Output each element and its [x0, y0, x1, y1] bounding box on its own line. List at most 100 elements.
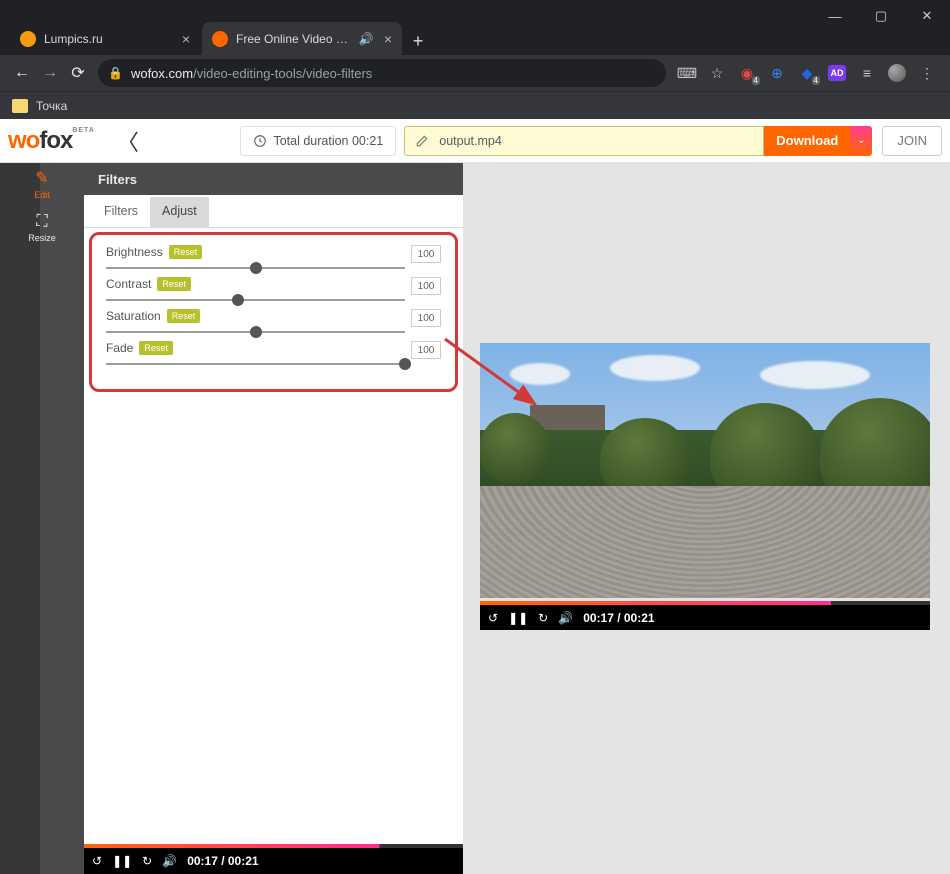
slider-thumb[interactable] [250, 262, 262, 274]
time-display: 00:17 / 00:21 [583, 611, 654, 625]
profile-avatar[interactable] [888, 64, 906, 82]
slider-brightness: Brightness Reset 100 [106, 245, 441, 269]
bookmarks-bar: Точка [0, 91, 950, 119]
filename-text: output.mp4 [439, 134, 502, 148]
rewind-icon[interactable]: ↺ [488, 611, 498, 625]
nav-forward-button[interactable]: → [36, 59, 64, 87]
browser-tab-lumpics[interactable]: Lumpics.ru × [10, 22, 200, 55]
close-tab-icon[interactable]: × [182, 31, 190, 47]
slider-value[interactable]: 100 [411, 245, 441, 263]
panel-player-bar: ↺ ❚❚ ↻ 🔊 00:17 / 00:21 [84, 848, 463, 874]
slider-value[interactable]: 100 [411, 277, 441, 295]
nav-reload-button[interactable]: ⟳ [64, 59, 92, 87]
bookmark-item[interactable]: Точка [36, 99, 67, 113]
time-display: 00:17 / 00:21 [187, 854, 258, 868]
slider-track[interactable] [106, 299, 405, 301]
rail-resize-button[interactable]: ⛶ Resize [0, 207, 84, 249]
browser-tab-wofox[interactable]: Free Online Video Filters | W… 🔊 × [202, 22, 402, 55]
extension-icon[interactable]: AD [828, 65, 846, 81]
url-host: wofox.com [131, 66, 193, 81]
join-button[interactable]: JOIN [882, 126, 942, 156]
clock-icon [253, 134, 267, 148]
rail-label: Resize [28, 233, 56, 243]
preview-stage: ↺ ❚❚ ↻ 🔊 00:17 / 00:21 [463, 163, 950, 874]
favicon [212, 31, 228, 47]
video-preview[interactable] [480, 343, 930, 598]
extension-icon[interactable]: ◆ [798, 64, 816, 82]
download-button[interactable]: Download [764, 126, 850, 156]
bookmark-folder-icon [12, 99, 28, 113]
panel-title: Filters [84, 163, 463, 195]
video-controls: ↺ ❚❚ ↻ 🔊 00:17 / 00:21 [480, 605, 930, 630]
window-controls: ― ▢ ✕ [812, 0, 950, 32]
pause-icon[interactable]: ❚❚ [112, 854, 132, 868]
adjust-sliders-group: Brightness Reset 100 Contrast Reset 100 Satura… [89, 232, 458, 392]
reading-list-icon[interactable]: ≡ [858, 64, 876, 82]
reset-button[interactable]: Reset [169, 245, 203, 259]
forward-icon[interactable]: ↻ [142, 854, 152, 868]
reset-button[interactable]: Reset [139, 341, 173, 355]
slider-thumb[interactable] [250, 326, 262, 338]
audio-icon[interactable]: 🔊 [359, 32, 374, 46]
duration-chip: Total duration 00:21 [240, 126, 396, 156]
resize-icon: ⛶ [36, 213, 47, 231]
slider-value[interactable]: 100 [411, 309, 441, 327]
logo-part: wo [8, 127, 39, 154]
slider-track[interactable] [106, 267, 405, 269]
star-icon[interactable]: ☆ [708, 64, 726, 82]
volume-icon[interactable]: 🔊 [162, 854, 177, 868]
chrome-menu-icon[interactable]: ⋮ [918, 64, 936, 82]
app-root: wofoxBETA 〈 Total duration 00:21 output.… [0, 119, 950, 874]
pause-icon[interactable]: ❚❚ [508, 611, 528, 625]
tab-strip: Lumpics.ru × Free Online Video Filters |… [10, 20, 432, 55]
minimize-button[interactable]: ― [812, 0, 858, 32]
progress-bar[interactable] [480, 601, 930, 605]
slider-thumb[interactable] [232, 294, 244, 306]
lock-icon: 🔒 [108, 66, 123, 80]
logo-beta: BETA [72, 127, 95, 134]
slider-thumb[interactable] [399, 358, 411, 370]
reset-button[interactable]: Reset [167, 309, 201, 323]
forward-icon[interactable]: ↻ [538, 611, 548, 625]
address-bar: ← → ⟳ 🔒 wofox.com/video-editing-tools/vi… [0, 55, 950, 91]
extension-icon[interactable]: ⊕ [768, 64, 786, 82]
slider-track[interactable] [106, 331, 405, 333]
slider-contrast: Contrast Reset 100 [106, 277, 441, 301]
rail-edit-button[interactable]: ✎ Edit [0, 163, 84, 205]
slider-label: Fade [106, 341, 133, 355]
translate-icon[interactable]: ⌨ [678, 64, 696, 82]
slider-label: Brightness [106, 245, 163, 259]
window-titlebar: Lumpics.ru × Free Online Video Filters |… [0, 0, 950, 55]
maximize-button[interactable]: ▢ [858, 0, 904, 32]
extensions-area: ⌨ ☆ ◉ ⊕ ◆ AD ≡ ⋮ [672, 64, 942, 82]
edit-icon: ✎ [35, 168, 48, 188]
filename-input[interactable]: output.mp4 [404, 126, 764, 156]
download-menu-button[interactable]: ⌄ [850, 126, 872, 156]
url-input[interactable]: 🔒 wofox.com/video-editing-tools/video-fi… [98, 59, 666, 87]
slider-track[interactable] [106, 363, 405, 365]
nav-back-button[interactable]: ← [8, 59, 36, 87]
tab-title: Lumpics.ru [44, 32, 178, 46]
close-window-button[interactable]: ✕ [904, 0, 950, 32]
new-tab-button[interactable]: + [404, 27, 432, 55]
rail-label: Edit [34, 190, 50, 200]
panel-tabs: Filters Adjust [84, 195, 463, 228]
tab-adjust[interactable]: Adjust [150, 197, 209, 227]
slider-label: Saturation [106, 309, 161, 323]
duration-text: Total duration 00:21 [273, 134, 383, 148]
extension-icon[interactable]: ◉ [738, 64, 756, 82]
app-header: wofoxBETA 〈 Total duration 00:21 output.… [0, 119, 950, 163]
rewind-icon[interactable]: ↺ [92, 854, 102, 868]
slider-label: Contrast [106, 277, 151, 291]
reset-button[interactable]: Reset [157, 277, 191, 291]
edit-icon [415, 134, 429, 148]
slider-value[interactable]: 100 [411, 341, 441, 359]
progress-bar[interactable] [84, 844, 463, 848]
volume-icon[interactable]: 🔊 [558, 611, 573, 625]
back-button[interactable]: 〈 [117, 125, 139, 157]
tab-filters[interactable]: Filters [92, 197, 150, 227]
close-tab-icon[interactable]: × [384, 31, 392, 47]
logo[interactable]: wofoxBETA [8, 127, 95, 155]
favicon [20, 31, 36, 47]
logo-part: fox [39, 127, 72, 154]
